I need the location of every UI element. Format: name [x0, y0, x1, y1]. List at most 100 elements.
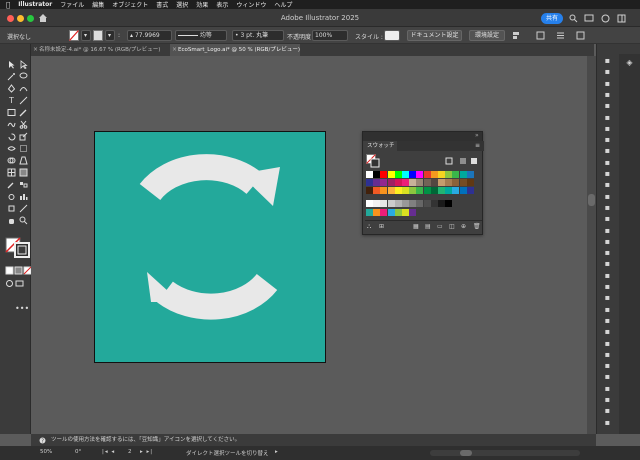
menu-select[interactable]: 選択	[176, 0, 188, 9]
swatch-chip[interactable]	[430, 179, 438, 186]
slice-tool-icon[interactable]	[19, 204, 28, 213]
swatch-chip[interactable]	[409, 209, 417, 216]
swatch-chip[interactable]	[387, 200, 395, 207]
swatch-chip[interactable]	[394, 171, 402, 178]
swatch-chip[interactable]	[445, 187, 453, 194]
swatch-chip[interactable]	[380, 209, 388, 216]
swatch-chip[interactable]	[416, 179, 424, 186]
swatch-chip[interactable]	[409, 187, 417, 194]
artboard-tool-icon[interactable]	[7, 204, 16, 213]
apple-icon[interactable]: 	[6, 1, 10, 9]
navigator-panel-icon[interactable]: ▪	[603, 327, 612, 336]
close-tab-icon[interactable]: ×	[33, 44, 38, 56]
properties-panel-icon[interactable]: ▪	[603, 56, 612, 65]
swatch-library-icon[interactable]: ⛬	[367, 223, 371, 231]
learn-icon[interactable]	[601, 14, 610, 23]
swatch-chip[interactable]	[459, 179, 467, 186]
magic-wand-panel-icon[interactable]: ▪	[603, 384, 612, 393]
opentype-panel-icon[interactable]: ▪	[603, 226, 612, 235]
swatch-chip[interactable]	[459, 171, 467, 178]
mesh-tool-icon[interactable]	[7, 168, 16, 177]
character-panel-icon[interactable]: ▪	[603, 203, 612, 212]
gradient-panel-icon[interactable]: ▪	[603, 124, 612, 133]
search-icon[interactable]	[569, 14, 578, 23]
swatch-chip[interactable]	[416, 187, 424, 194]
horizontal-scrollbar[interactable]	[430, 450, 580, 456]
swatch-chip[interactable]	[423, 200, 431, 207]
swatch-chip[interactable]	[373, 187, 381, 194]
image-trace-panel-icon[interactable]: ▪	[603, 305, 612, 314]
gradient-mode-icon[interactable]	[14, 266, 23, 275]
swatch-chip[interactable]	[409, 171, 417, 178]
swatch-chip[interactable]	[366, 179, 373, 186]
swatch-chip[interactable]	[445, 200, 453, 207]
swatch-chip[interactable]	[402, 179, 409, 186]
menu-edit[interactable]: 編集	[92, 0, 104, 9]
panel-drag-bar[interactable]: »	[363, 132, 482, 141]
pathfinder-panel-icon[interactable]: ▪	[603, 248, 612, 257]
swatch-chip[interactable]	[387, 171, 395, 178]
swatch-chip[interactable]	[373, 200, 381, 207]
menu-effect[interactable]: 効果	[196, 0, 208, 9]
css-panel-icon[interactable]: ▪	[603, 372, 612, 381]
selection-tool-icon[interactable]	[7, 60, 16, 69]
layers-panel-icon[interactable]: ▪	[603, 67, 612, 76]
edit-color-group-icon[interactable]: ◫	[449, 223, 455, 230]
swatch-chip[interactable]	[438, 200, 445, 207]
swatch-chip[interactable]	[438, 171, 445, 178]
panel-toggle-icon[interactable]	[617, 14, 626, 23]
shape-builder-tool-icon[interactable]	[7, 156, 16, 165]
links-panel-icon[interactable]: ▪	[603, 293, 612, 302]
artboard-nav-prev[interactable]: |◂ ◂	[102, 449, 115, 455]
fill-dropdown[interactable]: ▾	[81, 30, 91, 41]
swatch-chip[interactable]	[387, 209, 395, 216]
status-arrow[interactable]: ▸	[275, 449, 278, 455]
arrange-documents-icon[interactable]	[584, 13, 594, 23]
stroke-dropdown[interactable]: ▾	[105, 30, 115, 41]
close-tab-icon[interactable]: ×	[172, 44, 177, 56]
swatch-chip[interactable]	[466, 171, 474, 178]
tips-icon[interactable]: ?	[39, 437, 46, 444]
share-button[interactable]: 共有	[541, 13, 563, 24]
delete-swatch-icon[interactable]: 🗑	[473, 223, 481, 230]
layers-icon[interactable]: ◈	[625, 58, 634, 67]
swatch-chip[interactable]	[366, 171, 373, 178]
swatches-panel-icon[interactable]: ▪	[603, 192, 612, 201]
variables-panel-icon[interactable]: ▪	[603, 350, 612, 359]
opacity-field[interactable]: 100%	[312, 30, 348, 41]
rotation-value[interactable]: 0°	[75, 449, 81, 455]
swatch-chip[interactable]	[430, 187, 438, 194]
stroke-panel-icon[interactable]: ▪	[603, 113, 612, 122]
color-mode-icon[interactable]	[5, 266, 14, 275]
menu-window[interactable]: ウィンドウ	[236, 0, 266, 9]
artboard[interactable]	[94, 131, 326, 363]
info-panel-icon[interactable]: ▪	[603, 316, 612, 325]
width-tool-icon[interactable]	[7, 144, 16, 153]
menu-lines-icon[interactable]	[556, 31, 565, 40]
symbol-sprayer-tool-icon[interactable]	[7, 192, 16, 201]
separations-panel-icon[interactable]: ▪	[603, 418, 612, 427]
color-guide-panel-icon[interactable]: ▪	[603, 101, 612, 110]
swatch-chip[interactable]	[452, 187, 460, 194]
graphic-styles-panel-icon[interactable]: ▪	[603, 158, 612, 167]
swatch-chip[interactable]	[402, 171, 409, 178]
paintbrush-tool-icon[interactable]	[19, 108, 28, 117]
swatch-chip[interactable]	[380, 200, 388, 207]
new-swatch-icon[interactable]: ⊕	[461, 223, 466, 230]
actions-panel-icon[interactable]: ▪	[603, 339, 612, 348]
menu-help[interactable]: ヘルプ	[274, 0, 292, 9]
hand-tool-icon[interactable]	[7, 216, 16, 225]
stroke-swatch-icon[interactable]	[93, 30, 103, 41]
menu-object[interactable]: オブジェクト	[112, 0, 148, 9]
swatch-chip[interactable]	[366, 187, 373, 194]
swatch-chip[interactable]	[394, 209, 402, 216]
show-kinds-icon[interactable]	[445, 157, 453, 165]
swatch-chip[interactable]	[366, 200, 373, 207]
swatch-chip[interactable]	[423, 187, 431, 194]
align-panel-icon[interactable]: ▪	[603, 237, 612, 246]
brush-definition[interactable]: • 3 pt. 丸筆	[232, 30, 284, 41]
menu-view[interactable]: 表示	[216, 0, 228, 9]
swatch-chip[interactable]	[394, 200, 402, 207]
document-settings-button[interactable]: ドキュメント設定	[407, 30, 462, 41]
swatch-chip[interactable]	[459, 187, 467, 194]
